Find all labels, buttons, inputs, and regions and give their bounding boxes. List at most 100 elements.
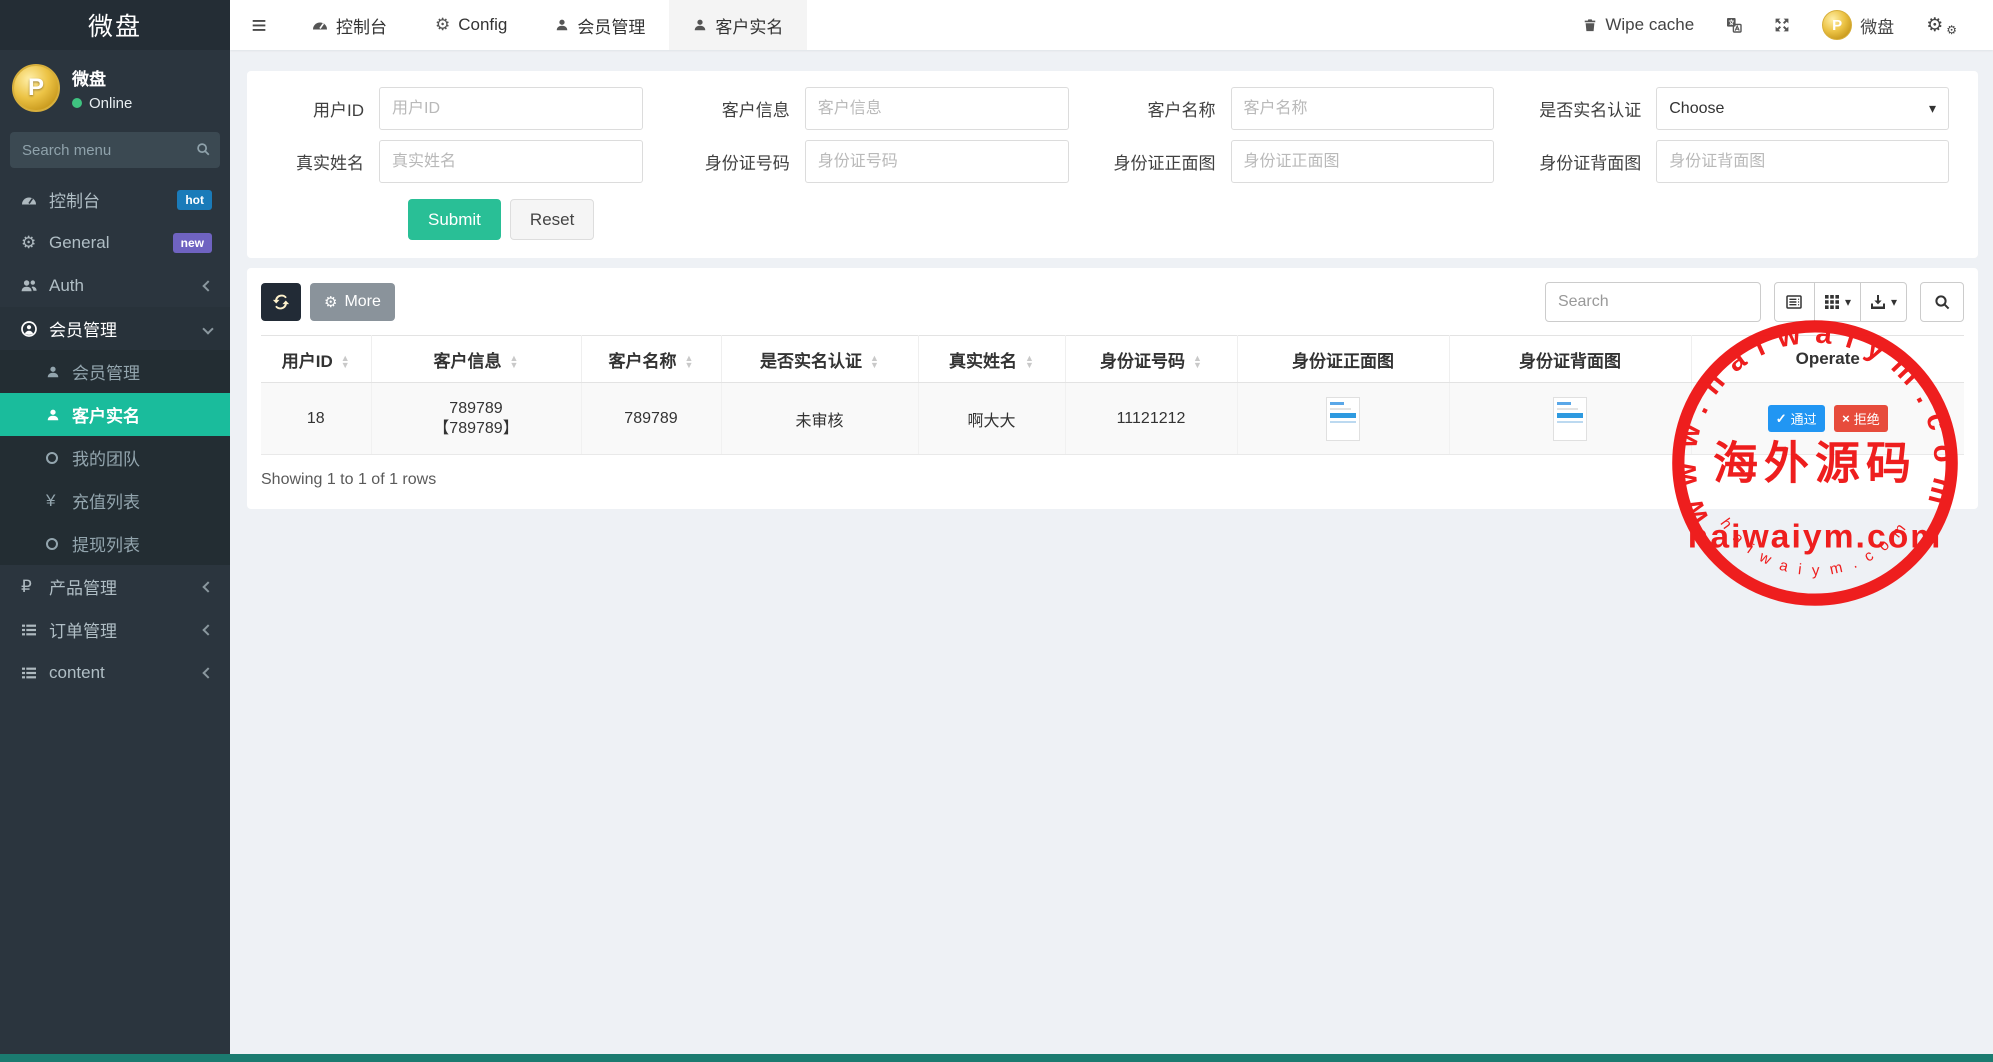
trash-icon <box>1583 18 1597 32</box>
search-icon <box>196 142 210 156</box>
field-label-customer-info: 客户信息 <box>687 96 805 121</box>
fullscreen-icon <box>1774 17 1790 33</box>
sort-icon[interactable]: ▲▼ <box>685 355 694 369</box>
user-icon <box>46 365 60 379</box>
reset-button[interactable]: Reset <box>510 199 594 240</box>
sidebar-item-label: 产品管理 <box>49 574 204 599</box>
cell-user-id: 18 <box>261 383 371 455</box>
id-number-input[interactable] <box>805 140 1069 183</box>
profile-name: 微盘 <box>1860 13 1894 38</box>
sidebar-item-members[interactable]: 会员管理 <box>0 307 230 350</box>
tab-config[interactable]: ⚙ Config <box>411 0 531 50</box>
column-header-id-front: 身份证正面图 <box>1237 336 1449 383</box>
columns-button[interactable]: ▾ <box>1815 282 1861 322</box>
gears-icon: ⚙ <box>21 233 36 253</box>
id-card-back-image[interactable] <box>1553 397 1587 441</box>
table-search-button[interactable] <box>1920 282 1964 322</box>
cell-customer-info: 789789【789789】 <box>371 383 581 455</box>
user-status[interactable]: Online <box>72 95 132 112</box>
sidebar-item-content[interactable]: content <box>0 651 230 694</box>
table-header-row: 用户ID▲▼ 客户信息▲▼ 客户名称▲▼ 是否实名认证▲▼ 真实姓名▲▼ 身份证… <box>261 336 1964 383</box>
language-button[interactable] <box>1710 0 1758 50</box>
field-label-verified: 是否实名认证 <box>1538 96 1656 121</box>
sort-icon[interactable]: ▲▼ <box>510 355 519 369</box>
submenu-item-label: 我的团队 <box>72 445 140 470</box>
fullscreen-button[interactable] <box>1758 0 1806 50</box>
table-row[interactable]: 18 789789【789789】 789789 未审核 啊大大 1112121… <box>261 383 1964 455</box>
wipe-cache-button[interactable]: Wipe cache <box>1567 0 1710 50</box>
id-card-front-image[interactable] <box>1326 397 1360 441</box>
sidebar: 微盘 P 微盘 Online 控制台 hot ⚙ Gene <box>0 0 230 1062</box>
table-search-input[interactable] <box>1545 282 1761 322</box>
column-header-user-id[interactable]: 用户ID▲▼ <box>261 336 371 383</box>
avatar: P <box>1822 10 1852 40</box>
tab-members[interactable]: 会员管理 <box>531 0 669 50</box>
sidebar-item-orders[interactable]: 订单管理 <box>0 608 230 651</box>
submenu-item-member-manage[interactable]: 会员管理 <box>0 350 230 393</box>
dashboard-icon <box>312 17 328 33</box>
sidebar-item-products[interactable]: ₽ 产品管理 <box>0 565 230 608</box>
bottom-bar <box>0 1054 1993 1062</box>
user-icon <box>46 408 60 422</box>
sidebar-toggle-button[interactable]: ≡ <box>230 0 288 50</box>
settings-button[interactable]: ⚙⚙ <box>1910 0 1973 50</box>
user-icon <box>555 18 569 32</box>
submit-button[interactable]: Submit <box>408 199 501 240</box>
tab-label: 控制台 <box>336 13 387 38</box>
toggle-view-button[interactable] <box>1774 282 1815 322</box>
chevron-left-icon <box>202 667 213 678</box>
approve-button[interactable]: ✓通过 <box>1768 405 1825 432</box>
chevron-down-icon <box>202 323 213 334</box>
sidebar-item-dashboard[interactable]: 控制台 hot <box>0 178 230 221</box>
submenu-item-withdraw-list[interactable]: 提现列表 <box>0 522 230 565</box>
customer-name-input[interactable] <box>1231 87 1495 130</box>
column-header-real-name[interactable]: 真实姓名▲▼ <box>918 336 1065 383</box>
submenu-item-label: 提现列表 <box>72 531 140 556</box>
data-table: 用户ID▲▼ 客户信息▲▼ 客户名称▲▼ 是否实名认证▲▼ 真实姓名▲▼ 身份证… <box>261 335 1964 455</box>
export-button[interactable]: ▾ <box>1861 282 1907 322</box>
column-header-customer-info[interactable]: 客户信息▲▼ <box>371 336 581 383</box>
gears-icon: ⚙ <box>1946 23 1957 37</box>
app-logo[interactable]: 微盘 <box>0 0 230 50</box>
column-header-customer-name[interactable]: 客户名称▲▼ <box>581 336 721 383</box>
sidebar-item-auth[interactable]: Auth <box>0 264 230 307</box>
sidebar-item-general[interactable]: ⚙ General new <box>0 221 230 264</box>
column-header-id-number[interactable]: 身份证号码▲▼ <box>1065 336 1237 383</box>
reject-button[interactable]: ×拒绝 <box>1834 405 1888 432</box>
sidebar-item-label: 订单管理 <box>49 617 204 642</box>
menu-search-input[interactable] <box>10 132 220 168</box>
user-circle-icon <box>21 321 37 337</box>
caret-down-icon: ▾ <box>1845 295 1851 309</box>
id-back-input[interactable] <box>1656 140 1949 183</box>
topbar: ≡ 控制台 ⚙ Config 会员管理 客户实名 Wipe cache <box>230 0 1993 50</box>
table-view-buttons: ▾ ▾ <box>1774 282 1907 322</box>
cell-verified-status: 未审核 <box>721 383 918 455</box>
field-label-user-id: 用户ID <box>261 96 379 121</box>
export-icon <box>1870 294 1886 310</box>
submenu-item-my-team[interactable]: 我的团队 <box>0 436 230 479</box>
tab-label: 客户实名 <box>715 13 783 38</box>
refresh-icon <box>273 294 289 310</box>
customer-info-input[interactable] <box>805 87 1069 130</box>
id-front-input[interactable] <box>1231 140 1495 183</box>
profile-menu[interactable]: P 微盘 <box>1806 0 1910 50</box>
check-icon: ✓ <box>1776 411 1787 427</box>
sidebar-item-label: 会员管理 <box>49 316 204 341</box>
user-id-input[interactable] <box>379 87 643 130</box>
real-name-input[interactable] <box>379 140 643 183</box>
more-button[interactable]: ⚙ More <box>310 283 395 321</box>
circle-icon <box>46 538 58 550</box>
submenu-item-recharge-list[interactable]: ¥ 充值列表 <box>0 479 230 522</box>
sort-icon[interactable]: ▲▼ <box>1025 355 1034 369</box>
sort-icon[interactable]: ▲▼ <box>870 355 879 369</box>
refresh-button[interactable] <box>261 283 301 321</box>
column-header-verified[interactable]: 是否实名认证▲▼ <box>721 336 918 383</box>
tab-customer-verify[interactable]: 客户实名 <box>669 0 807 50</box>
sort-icon[interactable]: ▲▼ <box>1193 355 1202 369</box>
verified-select[interactable]: Choose ▾ <box>1656 87 1949 130</box>
sort-icon[interactable]: ▲▼ <box>341 355 350 369</box>
cell-customer-name: 789789 <box>581 383 721 455</box>
user-name: 微盘 <box>72 65 132 90</box>
tab-dashboard[interactable]: 控制台 <box>288 0 411 50</box>
submenu-item-customer-verify[interactable]: 客户实名 <box>0 393 230 436</box>
